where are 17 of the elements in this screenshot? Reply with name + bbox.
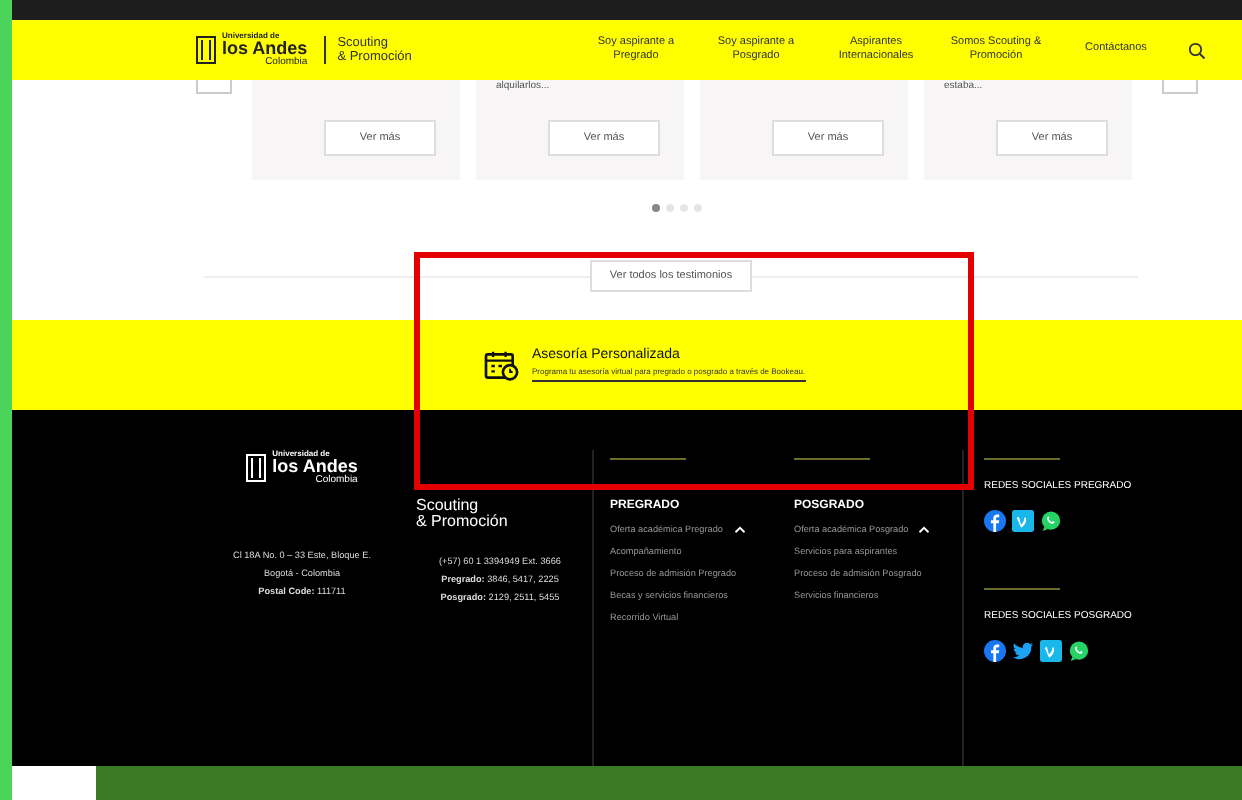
crest-icon [246,454,267,482]
crest-icon [196,36,216,64]
carousel-dot[interactable] [652,204,660,212]
whatsapp-icon[interactable] [1068,640,1090,662]
facebook-icon[interactable] [984,640,1006,662]
site-brand[interactable]: Scouting & Promoción [416,498,508,532]
caret-icon[interactable] [918,526,930,534]
caret-icon[interactable] [734,526,746,534]
calendar-clock-icon[interactable] [484,349,520,381]
logo-text: los Andes [222,40,308,58]
whatsapp-icon[interactable] [1040,510,1062,532]
vimeo-icon[interactable] [1012,510,1034,532]
vimeo-icon[interactable] [1040,640,1062,662]
facebook-icon[interactable] [984,510,1006,532]
logo-text: los Andes [272,458,358,476]
search-icon[interactable] [1188,41,1206,59]
bird-icon[interactable] [1012,640,1034,662]
